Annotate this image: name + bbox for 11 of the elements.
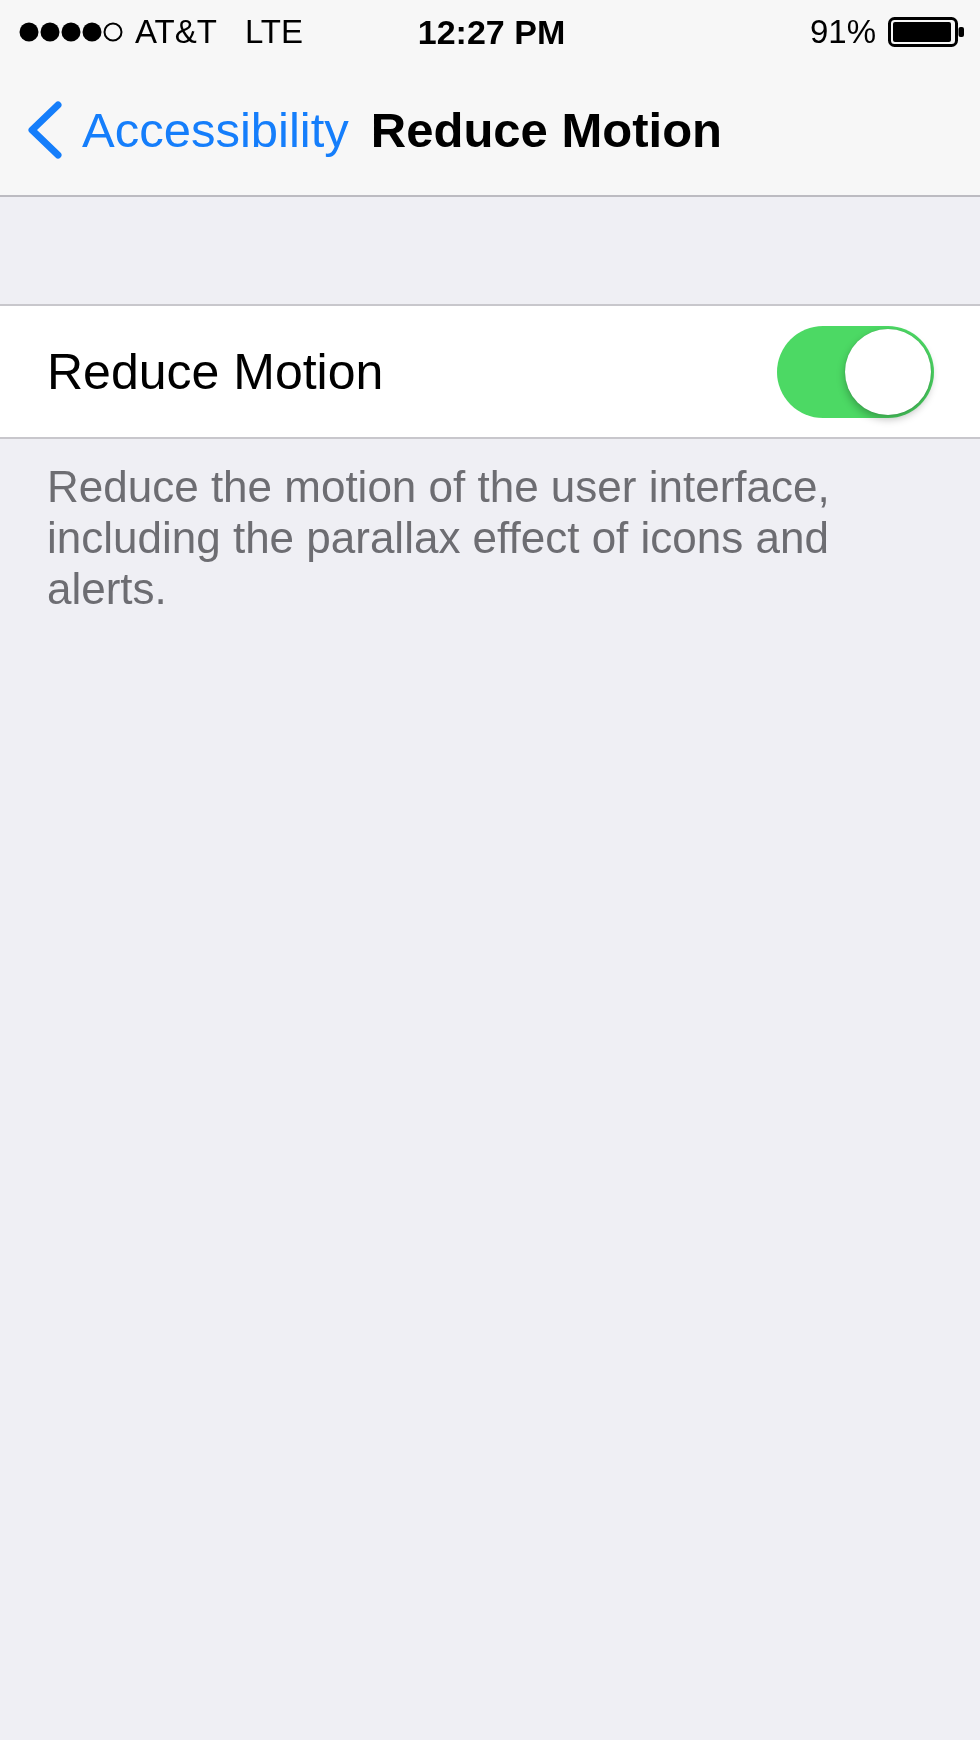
setting-description: Reduce the motion of the user interface, including the parallax effect of icons and alerts.: [47, 461, 831, 614]
back-button[interactable]: Accessibility: [24, 100, 349, 159]
status-time: 12:27 PM: [417, 12, 566, 52]
battery-icon: [888, 17, 964, 47]
battery-percentage: 91%: [809, 13, 876, 51]
signal-strength-icon: [19, 21, 123, 43]
setting-label: Reduce Motion: [47, 342, 384, 401]
carrier-name: AT&T: [135, 13, 217, 51]
toggle-switch[interactable]: [777, 325, 934, 418]
network-type: LTE: [244, 13, 303, 51]
page-title: Reduce Motion: [370, 101, 723, 158]
